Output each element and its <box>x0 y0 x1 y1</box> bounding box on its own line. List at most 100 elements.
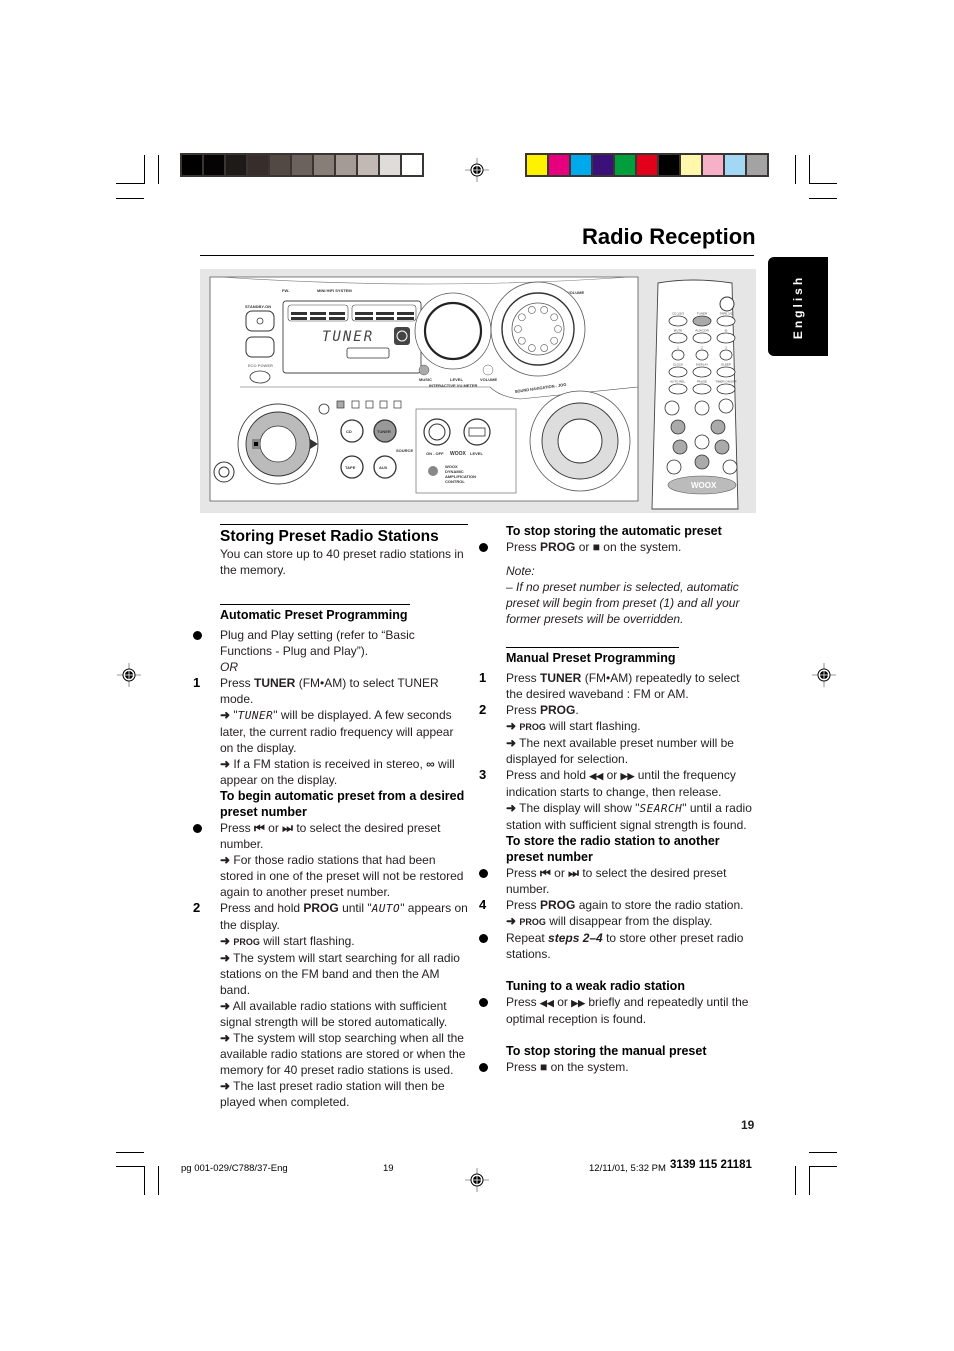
stop-icon <box>254 442 258 446</box>
intro-text: You can store up to 40 preset radio stat… <box>220 547 464 577</box>
footer-file-name: pg 001-029/C788/37-Eng <box>181 1163 288 1174</box>
arrow-icon: ➜ <box>506 914 517 928</box>
dimming-button <box>379 400 388 409</box>
remote-button-label: SLEEP <box>721 363 731 367</box>
text: will start flashing. <box>259 934 355 948</box>
remote-button <box>668 383 688 395</box>
arrow-icon: ➜ <box>220 934 231 948</box>
preset-indicator <box>394 327 410 345</box>
step-number: 2 <box>479 702 487 717</box>
text: Press <box>506 671 541 685</box>
tuner-keyword: TUNER <box>540 671 582 685</box>
remote-standby-button <box>719 296 735 312</box>
step-number: 1 <box>479 670 487 685</box>
stop-auto-bullet: Press PROG or ■ on the system. <box>479 539 756 555</box>
lcd-text: SEARCH <box>639 802 683 815</box>
step-number: 3 <box>479 767 487 782</box>
remote-button-label: AUX/CDR <box>695 329 709 333</box>
remote-rewind-button <box>672 439 688 455</box>
step-2: 2 Press and hold PROG until "AUTO" appea… <box>193 900 468 1110</box>
text: or <box>264 821 283 835</box>
gray-swatch-7 <box>314 155 334 175</box>
footer-page-number: 19 <box>383 1163 394 1174</box>
remote-play-button <box>694 400 710 416</box>
color-swatch-9 <box>703 155 723 175</box>
note-label: Note: <box>506 564 535 578</box>
bullet-icon <box>479 1063 488 1072</box>
cd-button <box>340 419 364 443</box>
desired-preset-heading: To begin automatic preset from a desired… <box>220 789 465 819</box>
rec-button <box>393 400 402 409</box>
fast-forward-icon: ▶▶ <box>571 998 586 1008</box>
text: . <box>575 703 579 717</box>
remote-fast-forward-button <box>714 439 730 455</box>
prog-indicator: PROG <box>519 917 546 927</box>
volume-knob-dot <box>518 336 526 345</box>
bullet-icon <box>479 998 488 1007</box>
remote-button <box>716 315 736 327</box>
plug-play-bullet: Plug and Play setting (refer to “Basic F… <box>193 627 468 675</box>
page-number: 19 <box>741 1118 755 1132</box>
volume-knob-dot <box>550 336 558 345</box>
standby-label: STANDBY-ON <box>245 304 271 309</box>
step-number: 2 <box>193 900 201 915</box>
subsection-rule <box>220 604 410 605</box>
registration-mark-left <box>117 663 141 687</box>
arrow-icon: ➜ <box>220 708 231 722</box>
volume-knob-dot <box>540 344 548 352</box>
text: Press <box>506 540 541 554</box>
remote-button <box>716 383 736 395</box>
rewind-icon: ◀◀ <box>540 998 554 1008</box>
vu-label-level: LEVEL <box>450 377 463 382</box>
aux-button-label: AUX <box>379 465 388 470</box>
volume-knob <box>501 292 575 366</box>
gray-swatch-3 <box>226 155 246 175</box>
steps-reference: steps 2–4 <box>548 931 603 945</box>
arrow-icon: ➜ <box>506 736 517 750</box>
display-button <box>318 403 330 415</box>
remote-button <box>671 349 685 361</box>
eco-power-label: ECO POWER <box>248 363 273 368</box>
color-swatch-8 <box>681 155 701 175</box>
section-rule <box>220 524 468 525</box>
previous-icon: ⏮ <box>540 866 551 880</box>
stop-icon: ■ <box>592 540 600 554</box>
registration-mark-bottom <box>465 1168 489 1192</box>
arrow-icon: ➜ <box>220 853 231 867</box>
step-number: 4 <box>479 897 487 912</box>
woox-desc-4: CONTROL <box>445 479 465 484</box>
gray-swatch-4 <box>248 155 268 175</box>
text: on the system. <box>599 540 682 554</box>
remote-button-label: CD 1/2/3 <box>672 312 684 316</box>
text: The system will stop searching when all … <box>220 1031 466 1077</box>
weak-station-heading: Tuning to a weak radio station <box>506 979 685 993</box>
remote-prog-button <box>694 454 710 470</box>
gray-swatch-2 <box>204 155 224 175</box>
remote-woox-label: WOOX <box>691 481 717 490</box>
arrow-icon: ➜ <box>220 951 231 965</box>
stop-manual-heading: To stop storing the manual preset <box>506 1044 707 1058</box>
text: on the system. <box>547 1060 629 1074</box>
or-text: OR <box>220 660 238 674</box>
music-indicator <box>418 364 430 376</box>
footer-code: 3139 115 21181 <box>670 1159 752 1171</box>
manual-step-1: 1 Press TUNER (FM•AM) repeatedly to sele… <box>479 670 756 702</box>
text: or <box>550 866 569 880</box>
remote-button <box>692 332 712 344</box>
text: Press <box>220 821 255 835</box>
remote-button <box>668 315 688 327</box>
arrow-icon: ➜ <box>220 757 231 771</box>
volume-knob-dot <box>528 344 536 352</box>
prog-indicator: PROG <box>233 937 260 947</box>
manual-preset-heading: Manual Preset Programming <box>506 651 676 665</box>
remote-button-label: TUNER <box>697 312 708 316</box>
text: or <box>575 540 593 554</box>
remote-button <box>692 315 712 327</box>
text: or <box>603 768 621 782</box>
color-swatch-7 <box>659 155 679 175</box>
left-column: Storing Preset Radio Stations You can st… <box>193 524 468 1110</box>
text: or <box>553 995 572 1009</box>
remote-button <box>716 332 736 344</box>
gray-swatch-5 <box>270 155 290 175</box>
display-text: TUNER <box>322 329 374 345</box>
